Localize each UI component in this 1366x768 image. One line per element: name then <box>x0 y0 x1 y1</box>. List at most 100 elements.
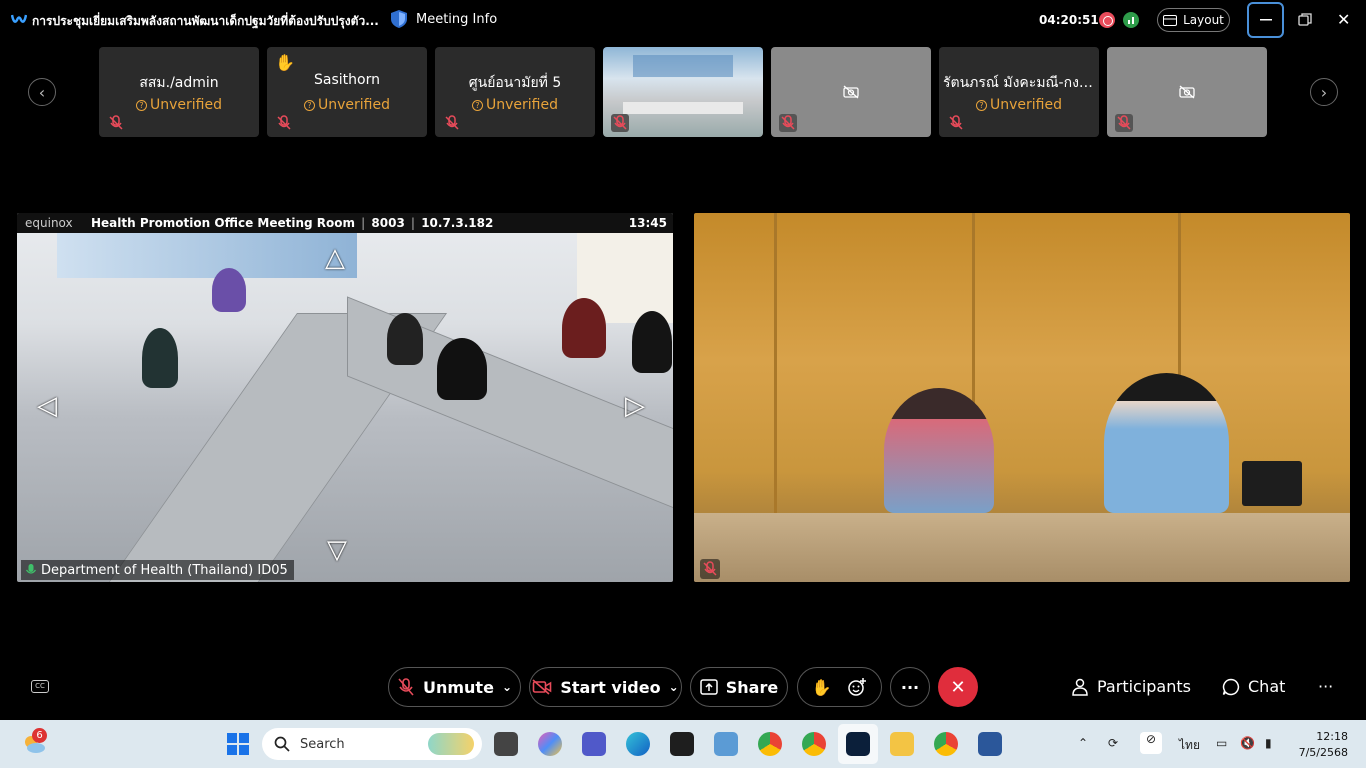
participant-video-tile[interactable] <box>603 47 763 137</box>
camera-pan-left-icon[interactable]: ◁ <box>37 391 57 421</box>
language-indicator[interactable]: ไทย <box>1179 736 1200 755</box>
camera-pan-right-icon[interactable]: ▷ <box>625 391 645 421</box>
chat-button[interactable]: Chat <box>1222 677 1285 696</box>
desk-shape <box>694 513 1350 582</box>
raise-hand-icon[interactable]: ✋ <box>812 678 832 697</box>
video-off-icon <box>532 679 552 695</box>
teams-icon[interactable] <box>582 732 606 756</box>
start-video-button[interactable]: Start video ⌄ <box>529 667 682 707</box>
close-window-icon[interactable]: ✕ <box>1337 10 1350 29</box>
chevron-down-icon[interactable]: ⌄ <box>669 680 679 694</box>
start-tile <box>227 745 237 755</box>
main-video-conference-room[interactable]: equinox Health Promotion Office Meeting … <box>17 213 673 582</box>
participant-tile[interactable]: ศูนย์อนามัยที่ 5 ? Unverified <box>435 47 595 137</box>
main-video-participants[interactable] <box>694 213 1350 582</box>
terminal-icon[interactable] <box>670 732 694 756</box>
camera-pan-down-icon[interactable]: ▽ <box>327 535 347 565</box>
meeting-info-button[interactable]: Meeting Info <box>390 9 497 29</box>
task-view-icon[interactable] <box>494 732 518 756</box>
wall-seam-shape <box>774 213 777 513</box>
camera-off-icon <box>1179 85 1195 99</box>
speaker-muted-icon[interactable]: 🔇 <box>1240 736 1255 750</box>
reactions-icon[interactable] <box>847 677 867 697</box>
mic-muted-icon <box>779 114 797 132</box>
room-banner-shape <box>57 233 357 278</box>
webex-icon[interactable] <box>846 732 870 756</box>
webex-meeting-window: การประชุมเยี่ยมเสริมพลังสถานพัฒนาเด็กปฐม… <box>0 0 1366 720</box>
person-shape <box>562 298 606 358</box>
participant-tile[interactable]: ✋ Sasithorn ? Unverified <box>267 47 427 137</box>
signal-bars-icon <box>1128 17 1134 24</box>
participant-name: ศูนย์อนามัยที่ 5 <box>468 75 562 91</box>
file-explorer-icon[interactable] <box>890 732 914 756</box>
word-icon[interactable] <box>978 732 1002 756</box>
taskbar-clock[interactable]: 12:18 7/5/2568 <box>1296 729 1348 761</box>
chevron-up-icon[interactable]: ⌃ <box>1078 736 1088 750</box>
clock-date: 7/5/2568 <box>1298 746 1348 759</box>
camera-pan-up-icon[interactable]: △ <box>325 243 345 273</box>
network-signal-icon[interactable] <box>1123 12 1139 28</box>
participant-label: Department of Health (Thailand) ID05 <box>21 560 294 580</box>
person-shape <box>632 311 672 373</box>
unmute-label: Unmute <box>422 677 494 697</box>
more-label: ··· <box>900 677 920 697</box>
unmute-button[interactable]: Unmute ⌄ <box>388 667 521 707</box>
mic-muted-icon <box>109 115 123 130</box>
laptop-shape <box>1242 461 1302 506</box>
display-icon[interactable]: ▭ <box>1216 736 1227 750</box>
title-bar: การประชุมเยี่ยมเสริมพลังสถานพัฒนาเด็กปฐม… <box>0 0 1366 40</box>
layout-button[interactable]: Layout <box>1157 8 1230 32</box>
elapsed-time: 04:20:51 <box>1039 13 1099 27</box>
reactions-group: ✋ <box>797 667 882 707</box>
participant-name: สสม./admin <box>139 75 219 91</box>
filmstrip-next-button[interactable]: › <box>1310 78 1338 106</box>
chrome-icon[interactable] <box>758 732 782 756</box>
chevron-left-icon: ‹ <box>38 82 46 102</box>
participant-name: Sasithorn <box>314 72 380 88</box>
mic-muted-icon <box>398 678 414 696</box>
taskbar-search[interactable]: Search <box>262 728 482 760</box>
mic-muted-icon <box>445 115 459 130</box>
room-ip: 10.7.3.182 <box>421 216 494 230</box>
chevron-down-icon[interactable]: ⌄ <box>502 680 512 694</box>
recording-icon[interactable] <box>1099 12 1115 28</box>
minimize-button[interactable] <box>1247 2 1284 38</box>
copilot-icon[interactable] <box>538 732 562 756</box>
clock-time: 12:18 <box>1316 730 1348 743</box>
question-icon: ? <box>976 100 987 111</box>
more-options-button[interactable]: ··· <box>890 667 930 707</box>
participant-tile[interactable]: สสม./admin ? Unverified <box>99 47 259 137</box>
chrome-icon[interactable] <box>934 732 958 756</box>
participant-tile[interactable] <box>1107 47 1267 137</box>
room-clock: 13:45 <box>628 216 667 230</box>
participant-name: Department of Health (Thailand) ID05 <box>41 562 288 578</box>
battery-icon[interactable]: ▮ <box>1265 736 1272 750</box>
participant-tile[interactable]: รัตนภรณ์ มังคะมณี-กง.... ? Unverified <box>939 47 1099 137</box>
shield-icon <box>391 10 407 28</box>
edge-icon[interactable] <box>626 732 650 756</box>
restore-window-icon[interactable] <box>1297 12 1313 28</box>
raised-hand-icon: ✋ <box>275 53 295 72</box>
person-shape <box>387 313 423 365</box>
chrome-profile-icon[interactable] <box>802 732 826 756</box>
person-shape <box>212 268 246 312</box>
sync-icon[interactable]: ⟳ <box>1108 736 1118 750</box>
search-placeholder: Search <box>300 736 345 752</box>
room-name: Health Promotion Office Meeting Room <box>91 216 355 230</box>
participant-status: ? Unverified <box>267 97 427 113</box>
chat-icon <box>1222 678 1240 695</box>
participant-name: รัตนภรณ์ มังคะมณี-กง.... <box>943 75 1097 91</box>
filmstrip-prev-button[interactable]: ‹ <box>28 78 56 106</box>
mic-muted-tray-icon[interactable]: ⊘ <box>1140 732 1162 754</box>
control-panel-icon[interactable] <box>714 732 738 756</box>
participants-button[interactable]: Participants <box>1071 677 1191 696</box>
start-button[interactable] <box>227 733 249 755</box>
mic-muted-icon <box>1115 114 1133 132</box>
more-options-icon[interactable]: ··· <box>1318 677 1333 696</box>
leave-meeting-button[interactable]: ✕ <box>938 667 978 707</box>
closed-captions-button[interactable]: CC <box>31 680 49 693</box>
meeting-info-label: Meeting Info <box>416 11 498 27</box>
participant-tile[interactable] <box>771 47 931 137</box>
mic-muted-icon <box>949 115 963 130</box>
share-button[interactable]: Share <box>690 667 788 707</box>
